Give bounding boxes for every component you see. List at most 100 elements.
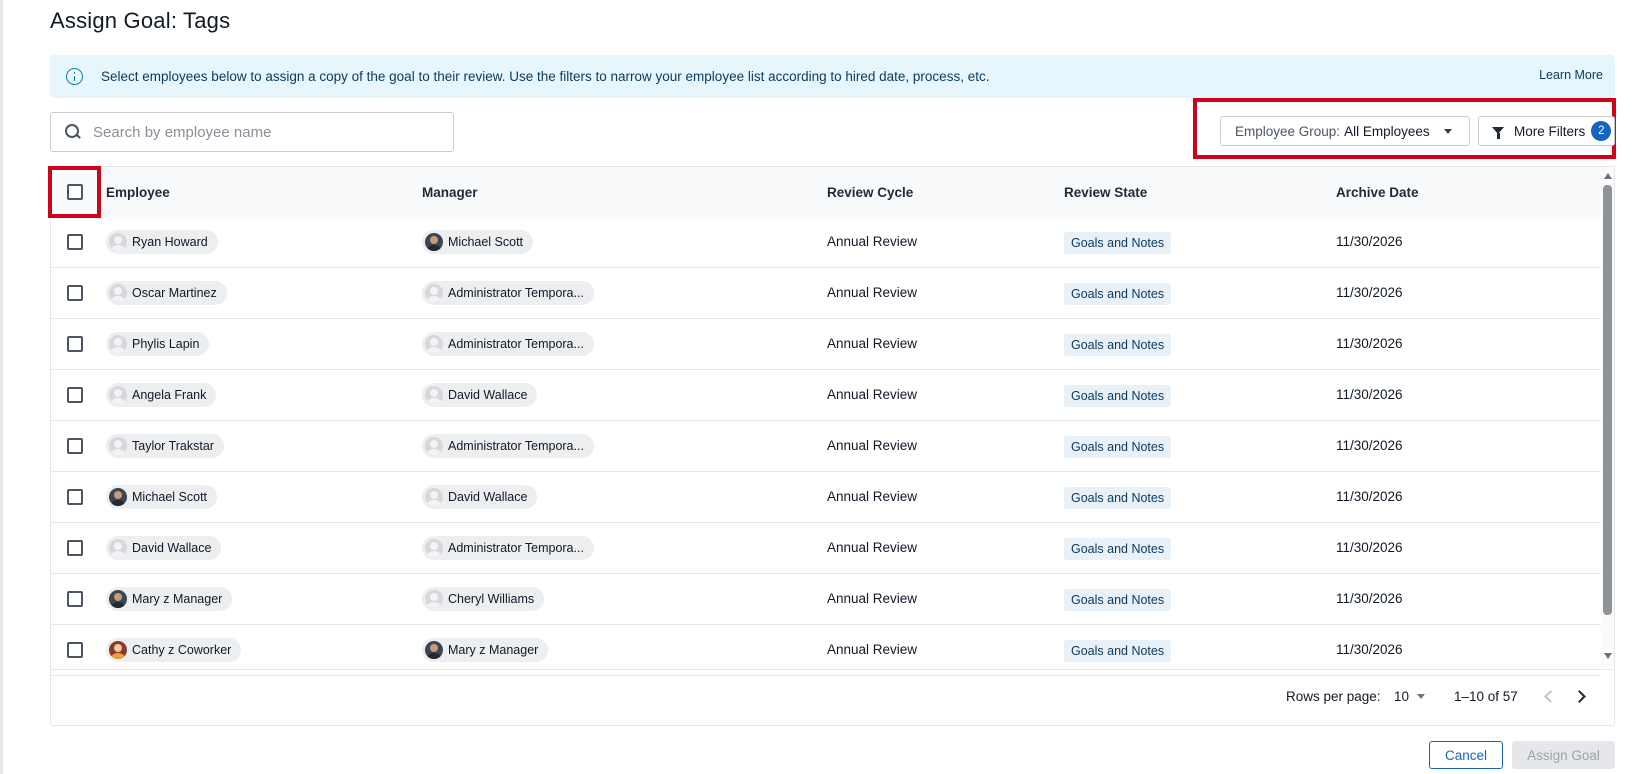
more-filters-button[interactable]: More Filters 2 — [1478, 116, 1615, 146]
manager-chip[interactable]: Mary z Manager — [422, 638, 549, 662]
manager-chip[interactable]: David Wallace — [422, 485, 538, 509]
manager-chip[interactable]: Cheryl Williams — [422, 587, 545, 611]
manager-chip-label: David Wallace — [448, 388, 528, 402]
scrollbar-thumb[interactable] — [1603, 185, 1612, 615]
manager-chip[interactable]: Administrator Tempora... — [422, 332, 594, 356]
review-state-tag: Goals and Notes — [1064, 589, 1172, 611]
column-header-employee[interactable]: Employee — [106, 185, 170, 200]
table-row[interactable]: Taylor Trakstar Administrator Tempora... A… — [51, 421, 1601, 472]
column-header-archive-date[interactable]: Archive Date — [1336, 185, 1419, 200]
chevron-right-icon[interactable] — [1573, 688, 1589, 704]
employee-chip[interactable]: Oscar Martinez — [106, 281, 227, 305]
manager-chip-label: Cheryl Williams — [448, 592, 535, 606]
employee-chip[interactable]: Mary z Manager — [106, 587, 233, 611]
employee-chip[interactable]: Taylor Trakstar — [106, 434, 224, 458]
avatar — [425, 590, 443, 608]
scroll-up-arrow-icon[interactable] — [1604, 173, 1612, 179]
employee-chip[interactable]: Angela Frank — [106, 383, 217, 407]
more-filters-label: More Filters — [1514, 123, 1586, 139]
manager-chip[interactable]: Administrator Tempora... — [422, 434, 594, 458]
archive-date-cell: 11/30/2026 — [1336, 642, 1403, 657]
table-row[interactable]: Angela Frank David Wallace Annual Review Go… — [51, 370, 1601, 421]
row-checkbox[interactable] — [67, 540, 83, 556]
employee-chip[interactable]: Michael Scott — [106, 485, 218, 509]
manager-chip[interactable]: Michael Scott — [422, 230, 534, 254]
avatar — [425, 539, 443, 557]
page-title: Assign Goal: Tags — [50, 8, 231, 33]
manager-chip-label: Administrator Tempora... — [448, 286, 584, 300]
avatar — [109, 335, 127, 353]
row-checkbox[interactable] — [67, 387, 83, 403]
employee-chip[interactable]: Cathy z Coworker — [106, 638, 242, 662]
manager-chip[interactable]: David Wallace — [422, 383, 538, 407]
review-state-tag: Goals and Notes — [1064, 334, 1172, 356]
employee-group-select[interactable]: Employee Group: All Employees — [1220, 116, 1470, 146]
rows-per-page-value: 10 — [1394, 689, 1410, 704]
table-scrollbar[interactable] — [1601, 167, 1614, 667]
table-row[interactable]: Mary z Manager Cheryl Williams Annual Revi… — [51, 574, 1601, 625]
table-row[interactable]: Oscar Martinez Administrator Tempora... An… — [51, 268, 1601, 319]
row-checkbox[interactable] — [67, 489, 83, 505]
employee-chip-label: Ryan Howard — [132, 235, 208, 249]
review-cycle-cell: Annual Review — [827, 642, 918, 657]
table-row[interactable]: David Wallace Administrator Tempora... Ann… — [51, 523, 1601, 574]
table-row[interactable]: Phylis Lapin Administrator Tempora... Annu… — [51, 319, 1601, 370]
avatar — [109, 488, 127, 506]
employee-group-value: All Employees — [1344, 123, 1430, 139]
employee-chip[interactable]: Phylis Lapin — [106, 332, 210, 356]
review-state-tag: Goals and Notes — [1064, 232, 1172, 254]
avatar — [425, 233, 443, 251]
employee-chip[interactable]: Ryan Howard — [106, 230, 218, 254]
table-header: Employee Manager Review Cycle Review Sta… — [51, 167, 1601, 217]
manager-chip-label: Mary z Manager — [448, 643, 539, 657]
review-state-tag: Goals and Notes — [1064, 538, 1172, 560]
rows-per-page-select[interactable]: 10 — [1394, 689, 1426, 704]
employee-chip-label: Cathy z Coworker — [132, 643, 232, 657]
search-input[interactable] — [93, 123, 433, 141]
employee-group-label: Employee Group: — [1235, 123, 1341, 139]
column-header-review-state[interactable]: Review State — [1064, 185, 1147, 200]
review-cycle-cell: Annual Review — [827, 540, 918, 555]
info-banner-text: Select employees below to assign a copy … — [101, 69, 990, 84]
avatar — [425, 641, 443, 659]
assign-goal-page: Assign Goal: Tags Select employees below… — [0, 0, 1633, 774]
avatar — [425, 284, 443, 302]
row-checkbox[interactable] — [67, 285, 83, 301]
avatar — [109, 590, 127, 608]
chevron-left-icon[interactable] — [1541, 688, 1557, 704]
manager-chip-label: Administrator Tempora... — [448, 439, 584, 453]
review-cycle-cell: Annual Review — [827, 387, 918, 402]
table-pagination: Rows per page: 10 1–10 of 57 — [51, 669, 1614, 725]
archive-date-cell: 11/30/2026 — [1336, 285, 1403, 300]
row-checkbox[interactable] — [67, 234, 83, 250]
learn-more-link[interactable]: Learn More — [1539, 68, 1603, 82]
assign-goal-button[interactable]: Assign Goal — [1512, 741, 1615, 769]
search-box[interactable] — [50, 112, 454, 152]
review-state-tag: Goals and Notes — [1064, 436, 1172, 458]
manager-chip[interactable]: Administrator Tempora... — [422, 536, 594, 560]
review-cycle-cell: Annual Review — [827, 234, 918, 249]
caret-down-icon — [1443, 128, 1452, 134]
employee-chip-label: David Wallace — [132, 541, 212, 555]
archive-date-cell: 11/30/2026 — [1336, 591, 1403, 606]
review-cycle-cell: Annual Review — [827, 591, 918, 606]
row-checkbox[interactable] — [67, 591, 83, 607]
table-row[interactable]: Ryan Howard Michael Scott Annual Review Goa… — [51, 217, 1601, 268]
manager-chip-label: Administrator Tempora... — [448, 541, 584, 555]
search-icon — [65, 124, 81, 140]
table-row[interactable]: Michael Scott David Wallace Annual Review G… — [51, 472, 1601, 523]
manager-chip[interactable]: Administrator Tempora... — [422, 281, 594, 305]
column-header-manager[interactable]: Manager — [422, 185, 478, 200]
row-checkbox[interactable] — [67, 438, 83, 454]
avatar — [425, 386, 443, 404]
row-checkbox[interactable] — [67, 642, 83, 658]
avatar — [425, 335, 443, 353]
archive-date-cell: 11/30/2026 — [1336, 489, 1403, 504]
scroll-down-arrow-icon[interactable] — [1604, 653, 1612, 659]
employee-chip-label: Michael Scott — [132, 490, 208, 504]
column-header-review-cycle[interactable]: Review Cycle — [827, 185, 913, 200]
row-checkbox[interactable] — [67, 336, 83, 352]
cancel-button[interactable]: Cancel — [1429, 741, 1503, 769]
archive-date-cell: 11/30/2026 — [1336, 387, 1403, 402]
employee-chip[interactable]: David Wallace — [106, 536, 222, 560]
